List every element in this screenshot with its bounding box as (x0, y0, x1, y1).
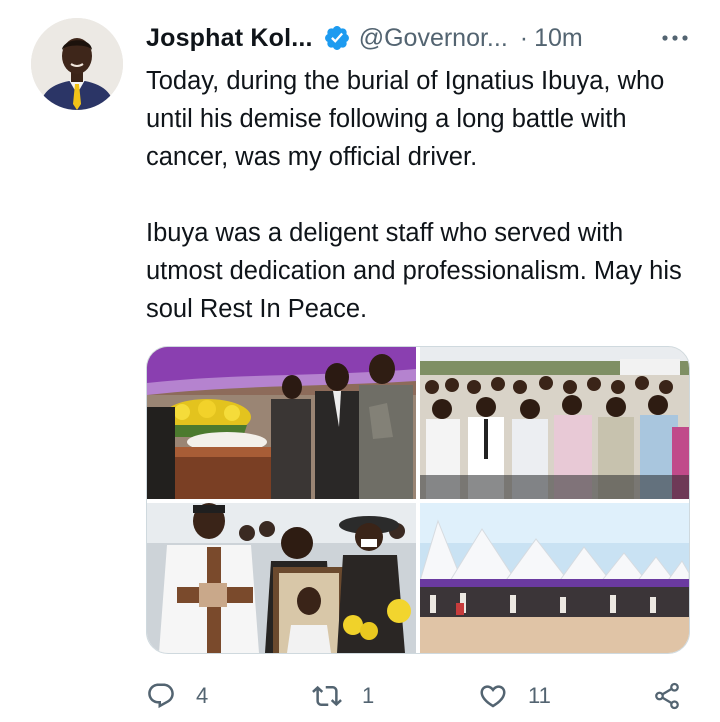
tweet-text: Today, during the burial of Ignatius Ibu… (146, 62, 706, 328)
tweet-paragraph: Ibuya was a deligent staff who served wi… (146, 219, 682, 323)
verified-badge-icon (324, 26, 349, 50)
share-button[interactable] (652, 678, 682, 714)
retweet-icon (312, 685, 342, 707)
avatar-image (31, 18, 123, 110)
more-options-button[interactable] (659, 22, 691, 54)
share-icon (655, 682, 679, 710)
tweet-timestamp[interactable]: 10m (534, 24, 583, 53)
separator-dot: · (519, 23, 529, 52)
media-photo-2[interactable] (420, 347, 689, 499)
heart-icon (480, 685, 506, 708)
reply-count: 4 (196, 683, 209, 708)
mourners-photo (420, 347, 689, 499)
author-handle[interactable]: @Governor... (359, 24, 508, 53)
tents-photo (420, 503, 689, 653)
casket-photo (147, 347, 416, 499)
more-horizontal-icon (662, 35, 688, 41)
author-display-name[interactable]: Josphat Kol... (146, 24, 313, 53)
cross-portrait-photo (147, 503, 416, 653)
avatar[interactable] (31, 18, 123, 110)
like-count: 11 (528, 683, 551, 708)
tweet-paragraph: Today, during the burial of Ignatius Ibu… (146, 67, 665, 171)
like-button[interactable]: 11 (478, 678, 551, 714)
retweet-button[interactable]: 1 (312, 678, 374, 714)
media-photo-1[interactable] (147, 347, 416, 499)
tweet[interactable]: Josphat Kol... @Governor... · 10m Today,… (0, 0, 720, 722)
action-bar: 4 1 11 (146, 678, 691, 714)
reply-button[interactable]: 4 (146, 678, 208, 714)
tweet-header: Josphat Kol... @Governor... · 10m (146, 20, 691, 56)
media-photo-3[interactable] (147, 503, 416, 653)
retweet-count: 1 (362, 683, 375, 708)
media-grid (146, 346, 690, 654)
reply-icon (148, 683, 174, 709)
media-photo-4[interactable] (420, 503, 689, 653)
